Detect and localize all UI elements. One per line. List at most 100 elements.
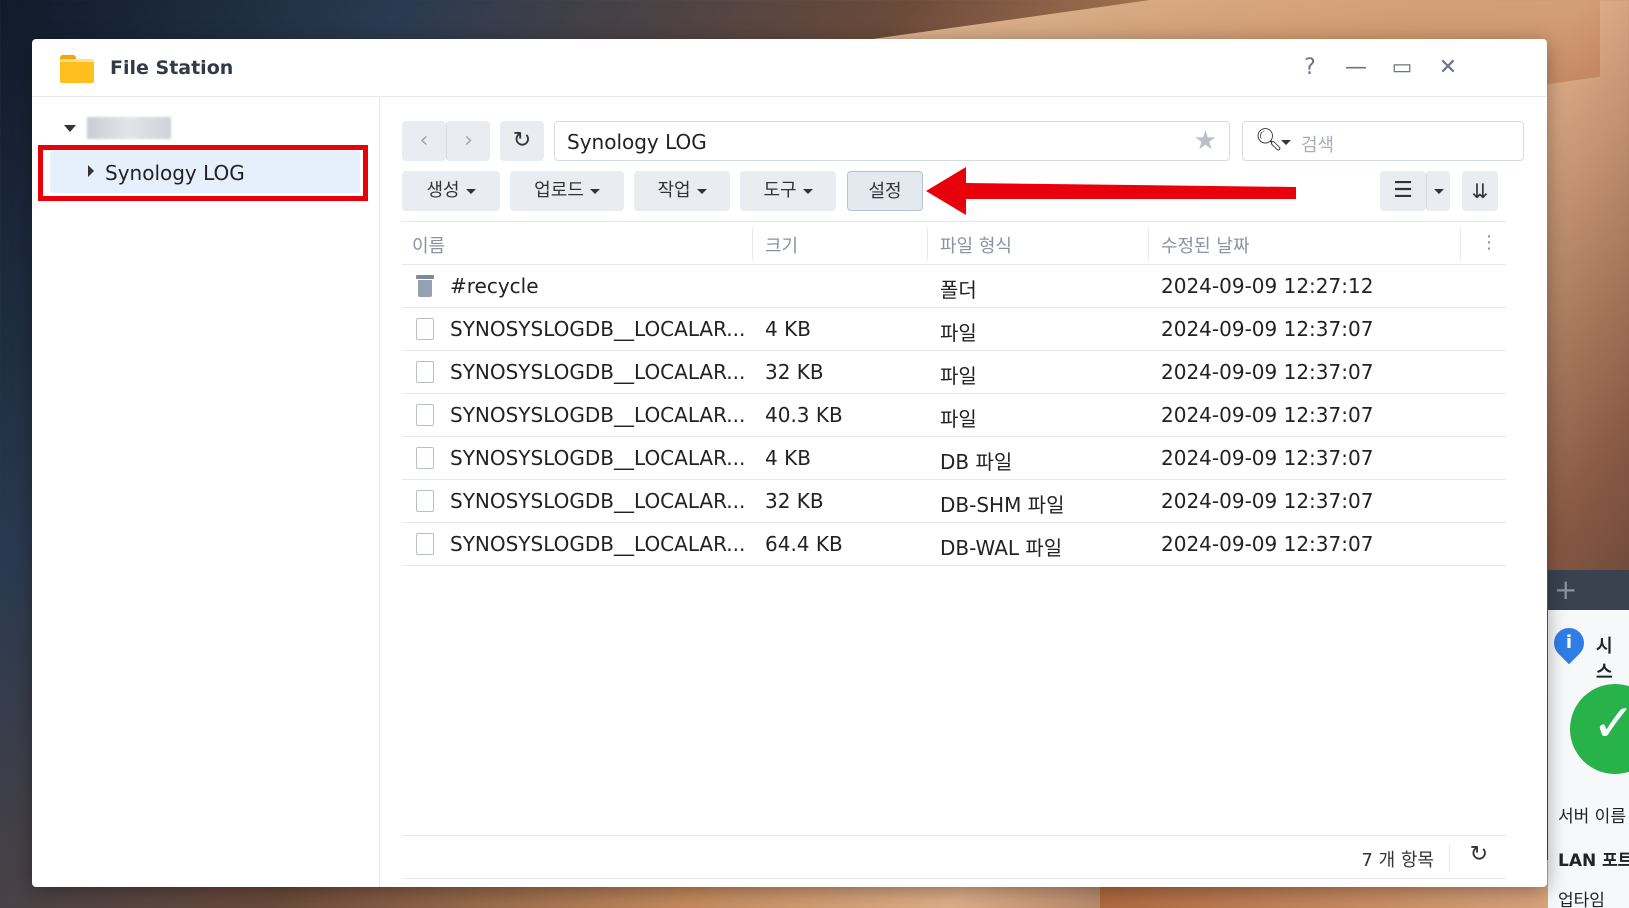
- settings-button[interactable]: 설정: [847, 171, 923, 211]
- action-label: 작업: [657, 180, 691, 201]
- footer-divider: [1449, 844, 1450, 872]
- column-divider[interactable]: [1148, 228, 1149, 260]
- chevron-down-icon: [696, 188, 707, 194]
- red-arrow-annotation: [926, 167, 1296, 215]
- status-bar: 7 개 항목 ↻: [402, 835, 1506, 879]
- table-row[interactable]: SYNOSYSLOGDB__LOCALAR... 4 KB DB 파일 2024…: [402, 437, 1506, 480]
- tools-button[interactable]: 도구: [740, 171, 836, 211]
- table-row[interactable]: SYNOSYSLOGDB__LOCALAR... 32 KB 파일 2024-0…: [402, 351, 1506, 394]
- file-modified: 2024-09-09 12:37:07: [1161, 446, 1374, 470]
- file-modified: 2024-09-09 12:37:07: [1161, 317, 1374, 341]
- create-button[interactable]: 생성: [402, 171, 500, 211]
- file-size: 32 KB: [765, 489, 824, 513]
- upload-button[interactable]: 업로드: [510, 171, 624, 211]
- table-header: 이름 크기 파일 형식 수정된 날짜 ⋮: [402, 221, 1506, 265]
- view-dropdown-button[interactable]: [1426, 171, 1450, 211]
- file-name: SYNOSYSLOGDB__LOCALAR...: [450, 532, 746, 556]
- path-text: Synology LOG: [567, 130, 707, 154]
- file-size: 4 KB: [765, 317, 811, 341]
- file-icon: [416, 318, 434, 340]
- search-placeholder: 검색: [1301, 135, 1335, 156]
- chevron-down-icon: [589, 188, 600, 194]
- column-divider[interactable]: [752, 228, 753, 260]
- file-type: 파일: [940, 364, 977, 388]
- file-station-window: File Station ? — ▭ ✕ Synology LOG ‹ › ↻ …: [32, 39, 1547, 887]
- header-type[interactable]: 파일 형식: [940, 232, 1012, 258]
- search-input[interactable]: 🔍︎ 검색: [1242, 121, 1524, 161]
- star-icon[interactable]: ★: [1194, 126, 1217, 156]
- folder-app-icon: [60, 55, 94, 83]
- refresh-button[interactable]: ↻: [500, 121, 544, 161]
- refresh-icon[interactable]: ↻: [1470, 842, 1488, 867]
- chevron-down-icon: [802, 188, 813, 194]
- main-content: ‹ › ↻ Synology LOG ★ 🔍︎ 검색 생성 업로드 작업 도구 …: [380, 97, 1547, 887]
- info-icon: i: [1547, 621, 1591, 665]
- header-modified[interactable]: 수정된 날짜: [1161, 232, 1250, 258]
- upload-label: 업로드: [534, 180, 584, 201]
- table-row[interactable]: SYNOSYSLOGDB__LOCALAR... 32 KB DB-SHM 파일…: [402, 480, 1506, 523]
- window-title: File Station: [110, 57, 234, 79]
- chevron-down-icon: [465, 188, 476, 194]
- file-type: DB 파일: [940, 450, 1013, 474]
- item-count: 7 개 항목: [1361, 850, 1434, 871]
- file-name: SYNOSYSLOGDB__LOCALAR...: [450, 403, 746, 427]
- file-icon: [416, 404, 434, 426]
- title-bar[interactable]: File Station ? — ▭ ✕: [32, 39, 1547, 97]
- header-name[interactable]: 이름: [412, 232, 445, 258]
- widget-title: 시스: [1596, 636, 1613, 683]
- file-modified: 2024-09-09 12:37:07: [1161, 360, 1374, 384]
- trash-icon: [416, 275, 434, 297]
- chevron-down-icon: [1434, 189, 1444, 194]
- file-icon: [416, 361, 434, 383]
- blurred-root-label[interactable]: [87, 117, 171, 139]
- table-row[interactable]: SYNOSYSLOGDB__LOCALAR... 4 KB 파일 2024-09…: [402, 308, 1506, 351]
- file-size: 32 KB: [765, 360, 824, 384]
- file-type: 폴더: [940, 278, 977, 302]
- column-divider[interactable]: [927, 228, 928, 260]
- file-table: 이름 크기 파일 형식 수정된 날짜 ⋮ #recycle 폴더 2024-09…: [402, 221, 1506, 566]
- file-size: 40.3 KB: [765, 403, 843, 427]
- file-type: DB-WAL 파일: [940, 536, 1063, 560]
- table-row[interactable]: SYNOSYSLOGDB__LOCALAR... 64.4 KB DB-WAL …: [402, 523, 1506, 566]
- file-name: SYNOSYSLOGDB__LOCALAR...: [450, 446, 746, 470]
- caret-down-icon[interactable]: [64, 125, 76, 132]
- file-icon: [416, 490, 434, 512]
- widget-add-icon[interactable]: +: [1548, 570, 1629, 610]
- widget-server-name-label: 서버 이름: [1558, 807, 1626, 827]
- search-icon[interactable]: 🔍︎: [1255, 128, 1283, 153]
- highlight-annotation-box: [38, 145, 368, 201]
- chevron-down-icon[interactable]: [1281, 140, 1291, 145]
- table-row[interactable]: SYNOSYSLOGDB__LOCALAR... 40.3 KB 파일 2024…: [402, 394, 1506, 437]
- action-button[interactable]: 작업: [634, 171, 730, 211]
- file-modified: 2024-09-09 12:27:12: [1161, 274, 1374, 298]
- path-bar[interactable]: Synology LOG ★: [554, 121, 1230, 161]
- file-size: 4 KB: [765, 446, 811, 470]
- help-icon[interactable]: ?: [1295, 53, 1325, 83]
- create-label: 생성: [426, 180, 460, 201]
- file-type: DB-SHM 파일: [940, 493, 1065, 517]
- column-options-icon[interactable]: ⋮: [1480, 232, 1498, 253]
- back-button[interactable]: ‹: [402, 121, 446, 161]
- header-size[interactable]: 크기: [765, 232, 798, 258]
- file-modified: 2024-09-09 12:37:07: [1161, 489, 1374, 513]
- close-icon[interactable]: ✕: [1433, 53, 1463, 83]
- table-row[interactable]: #recycle 폴더 2024-09-09 12:27:12: [402, 265, 1506, 308]
- minimize-icon[interactable]: —: [1341, 53, 1371, 83]
- sort-icon[interactable]: ⇊: [1462, 171, 1498, 211]
- file-name: SYNOSYSLOGDB__LOCALAR...: [450, 317, 746, 341]
- file-type: 파일: [940, 407, 977, 431]
- file-modified: 2024-09-09 12:37:07: [1161, 403, 1374, 427]
- column-divider[interactable]: [1460, 228, 1461, 260]
- file-size: 64.4 KB: [765, 532, 843, 556]
- file-name: #recycle: [450, 274, 539, 298]
- file-icon: [416, 447, 434, 469]
- file-icon: [416, 533, 434, 555]
- file-name: SYNOSYSLOGDB__LOCALAR...: [450, 489, 746, 513]
- widget-lan-port-label: LAN 포트: [1558, 851, 1629, 871]
- forward-button[interactable]: ›: [446, 121, 490, 161]
- sidebar: Synology LOG: [32, 97, 380, 887]
- file-modified: 2024-09-09 12:37:07: [1161, 532, 1374, 556]
- maximize-icon[interactable]: ▭: [1387, 53, 1417, 83]
- file-type: 파일: [940, 321, 977, 345]
- list-view-icon[interactable]: ☰: [1380, 171, 1426, 211]
